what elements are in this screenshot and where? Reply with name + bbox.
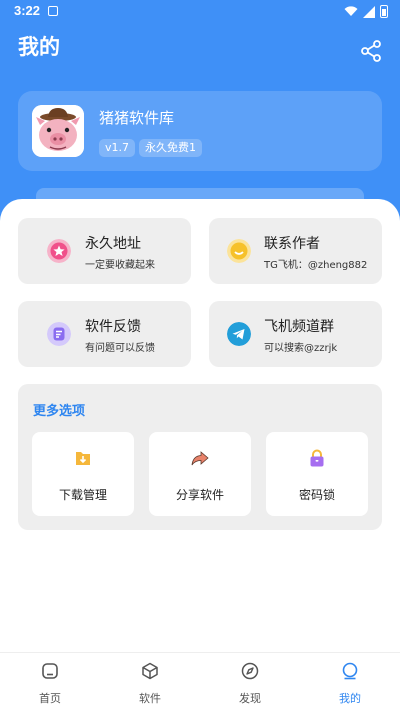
app-name: 猪猪软件库 [99, 109, 175, 127]
card-subtitle: 有问题可以反馈 [85, 343, 155, 354]
status-bar: 3:22 [0, 0, 400, 24]
card-subtitle: 可以搜索@zzrjk [264, 343, 338, 354]
status-time: 3:22 [14, 3, 41, 18]
nav-label: 发现 [239, 692, 261, 705]
card-subtitle: TG飞机：@zheng882 [264, 260, 368, 271]
star-icon [47, 239, 71, 263]
cube-icon [142, 662, 158, 680]
option-label: 密码锁 [298, 488, 335, 502]
notification-icon [48, 6, 58, 16]
option-label: 分享软件 [175, 488, 224, 502]
more-options-panel: 更多选项 下载管理 分享软件 密码锁 [18, 384, 382, 530]
more-options-title: 更多选项 [33, 404, 86, 419]
profile-icon [342, 662, 358, 680]
card-title: 飞机频道群 [264, 319, 334, 335]
card-permanent-address[interactable]: 永久地址 一定要收藏起来 [18, 218, 191, 284]
nav-discover[interactable]: 发现 [200, 653, 300, 711]
nav-software[interactable]: 软件 [100, 653, 200, 711]
telegram-icon [227, 322, 251, 346]
feedback-icon [47, 322, 71, 346]
page-title: 我的 [18, 35, 60, 59]
card-subtitle: 一定要收藏起来 [85, 260, 155, 271]
bottom-navigation: 首页 软件 发现 我的 [0, 652, 400, 711]
nav-mine[interactable]: 我的 [300, 653, 400, 711]
option-download-manager[interactable]: 下载管理 [32, 432, 134, 516]
version-badge: v1.7 [99, 139, 136, 157]
share-arrow-icon [191, 451, 209, 466]
compass-icon [241, 662, 259, 680]
home-icon [42, 663, 58, 679]
nav-home[interactable]: 首页 [0, 653, 100, 711]
card-title: 软件反馈 [85, 319, 141, 335]
nav-label: 我的 [339, 692, 361, 705]
pig-cowboy-avatar-icon [32, 105, 84, 157]
card-telegram-channel[interactable]: 飞机频道群 可以搜索@zzrjk [209, 301, 382, 367]
card-title: 永久地址 [85, 236, 141, 252]
wifi-icon [344, 6, 358, 16]
avatar [32, 105, 84, 157]
card-software-feedback[interactable]: 软件反馈 有问题可以反馈 [18, 301, 191, 367]
free-badge: 永久免费1 [139, 139, 202, 157]
lock-icon [310, 449, 324, 467]
option-share-software[interactable]: 分享软件 [149, 432, 251, 516]
nav-label: 软件 [139, 692, 161, 705]
option-password-lock[interactable]: 密码锁 [266, 432, 368, 516]
status-icons [344, 5, 388, 18]
card-title: 联系作者 [264, 236, 320, 252]
profile-card[interactable]: 猪猪软件库 v1.7 永久免费1 [18, 91, 382, 171]
share-icon[interactable] [360, 40, 382, 62]
option-label: 下载管理 [58, 488, 107, 502]
smile-icon [227, 239, 251, 263]
download-folder-icon [76, 452, 90, 465]
nav-label: 首页 [39, 692, 61, 705]
card-contact-author[interactable]: 联系作者 TG飞机：@zheng882 [209, 218, 382, 284]
signal-icon [363, 5, 375, 18]
battery-icon [380, 5, 388, 18]
